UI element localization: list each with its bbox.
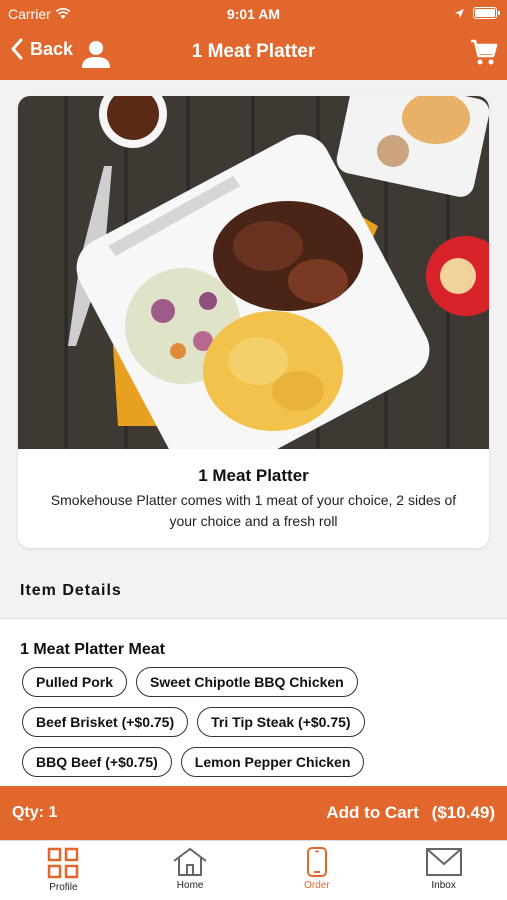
tab-label: Inbox bbox=[431, 880, 456, 891]
clock: 9:01 AM bbox=[226, 6, 281, 22]
tab-profile[interactable]: Profile bbox=[0, 841, 127, 900]
option-chip[interactable]: Sweet Chipotle BBQ Chicken bbox=[136, 667, 358, 697]
nav-bar: Back 1 Meat Platter bbox=[0, 28, 507, 80]
battery-icon bbox=[473, 7, 500, 19]
tab-label: Home bbox=[176, 880, 204, 891]
section-title: Item Details bbox=[20, 582, 122, 599]
option-chip[interactable]: Lemon Pepper Chicken bbox=[180, 747, 365, 777]
status-right bbox=[454, 7, 500, 19]
content-scroll[interactable]: 1 Meat Platter Smokehouse Platter comes … bbox=[0, 80, 507, 786]
location-arrow-icon bbox=[455, 8, 464, 18]
item-description: Smokehouse Platter comes with 1 meat of … bbox=[50, 492, 457, 529]
home-icon bbox=[173, 847, 207, 876]
option-chip[interactable]: BBQ Beef (+$0.75) bbox=[22, 747, 172, 777]
tab-inbox[interactable]: Inbox bbox=[380, 841, 507, 900]
option-chip[interactable]: Pulled Pork bbox=[22, 667, 128, 697]
tab-bar: Profile Home Order Inbox bbox=[0, 840, 507, 900]
page-title: 1 Meat Platter bbox=[191, 41, 316, 62]
item-title: 1 Meat Platter bbox=[198, 466, 309, 485]
option-chip[interactable]: Beef Brisket (+$0.75) bbox=[22, 707, 189, 737]
tab-home[interactable]: Home bbox=[127, 841, 254, 900]
cart-bar: Qty: 1 Add to Cart ($10.49) bbox=[0, 786, 507, 840]
tab-label: Order bbox=[304, 880, 330, 891]
cart-price: ($10.49) bbox=[431, 803, 495, 822]
item-card: 1 Meat Platter Smokehouse Platter comes … bbox=[18, 96, 489, 548]
tab-order[interactable]: Order bbox=[254, 841, 381, 900]
add-to-cart-button[interactable]: Add to Cart ($10.49) bbox=[326, 803, 495, 823]
cart-icon[interactable] bbox=[469, 37, 499, 72]
add-to-cart-label: Add to Cart bbox=[326, 803, 419, 822]
options-panel: 1 Meat Platter Meat Pulled Pork Sweet Ch… bbox=[0, 618, 507, 786]
status-bar: Carrier 9:01 AM bbox=[0, 0, 507, 28]
option-group-title: 1 Meat Platter Meat bbox=[20, 641, 165, 658]
mail-icon bbox=[425, 848, 462, 876]
qr-code-icon bbox=[48, 847, 79, 879]
quantity-label[interactable]: Qty: 1 bbox=[12, 804, 57, 822]
tab-label: Profile bbox=[49, 882, 78, 893]
item-photo bbox=[18, 96, 489, 449]
option-chip[interactable]: Tri Tip Steak (+$0.75) bbox=[197, 707, 365, 737]
option-chips: Pulled Pork Sweet Chipotle BBQ Chicken B… bbox=[22, 667, 492, 777]
phone-icon bbox=[306, 847, 327, 877]
